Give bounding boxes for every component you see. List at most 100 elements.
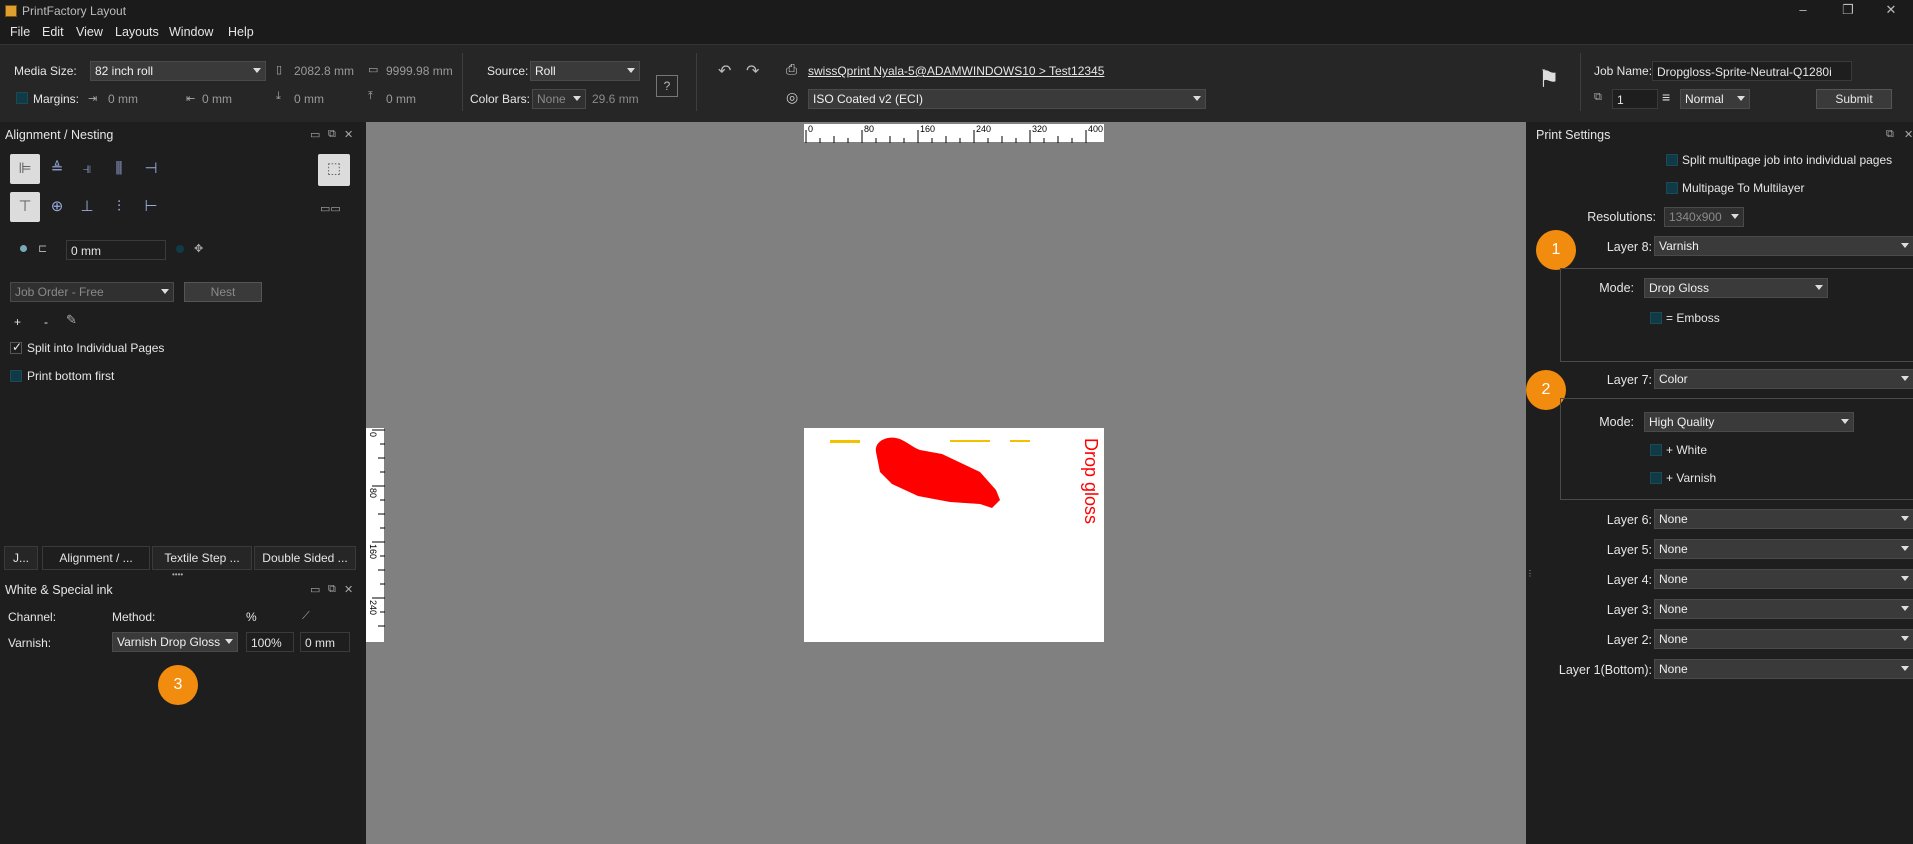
offset-radio[interactable] [176, 245, 184, 253]
layer3-select[interactable]: None [1654, 599, 1913, 619]
float-panel-icon[interactable]: ⧉ [328, 128, 336, 141]
split-multipage-checkbox[interactable] [1666, 154, 1678, 166]
menu-edit[interactable]: Edit [42, 25, 64, 39]
minimize-button[interactable]: – [1781, 0, 1825, 22]
distribute-h-edge-icon[interactable]: ⊣ [136, 154, 166, 184]
varnish-checkbox[interactable] [1650, 472, 1662, 484]
chevron-down-icon [1841, 419, 1849, 424]
pencil-icon[interactable]: ✎ [66, 312, 77, 328]
ruler-top-ticks [804, 130, 1104, 144]
menu-view[interactable]: View [76, 25, 103, 39]
dropper-icon: ⟋ [302, 610, 310, 622]
align-center-v-icon[interactable]: ⊕ [42, 192, 72, 222]
method-header: Method: [112, 610, 156, 624]
layer4-select[interactable]: None [1654, 569, 1913, 589]
align-right-icon[interactable]: ⫣ [72, 154, 102, 184]
layer8-select[interactable]: Varnish [1654, 236, 1913, 256]
restore-button[interactable]: ❐ [1826, 0, 1870, 22]
spacing-radio[interactable] [20, 245, 27, 252]
layer2-select[interactable]: None [1654, 629, 1913, 649]
layout-canvas[interactable]: 0 80 160 240 320 400 0 80 160 240 Drop g… [366, 122, 1526, 844]
ruler-label: 320 [1032, 124, 1048, 134]
multipage-multilayer-checkbox[interactable] [1666, 182, 1678, 194]
tab-double-sided[interactable]: Double Sided ... [254, 546, 356, 570]
margin-right-field[interactable]: 0 mm [198, 89, 270, 109]
help-icon[interactable]: ? [656, 75, 678, 97]
resolutions-label: Resolutions: [1587, 210, 1656, 224]
layer1-select[interactable]: None [1654, 659, 1913, 679]
varnish-label: + Varnish [1666, 471, 1717, 485]
nest-button[interactable]: Nest [184, 282, 262, 302]
source-select[interactable]: Roll [530, 61, 640, 81]
varnish-offset-field[interactable]: 0 mm [300, 632, 350, 652]
margins-checkbox[interactable] [16, 92, 28, 104]
color-bars-label: Color Bars: [470, 92, 531, 106]
width-field[interactable]: 2082.8 mm [290, 61, 370, 81]
redo-icon[interactable]: ↷ [746, 61, 759, 81]
distribute-h-icon[interactable]: ⫼ [104, 154, 134, 184]
more-options-icon[interactable]: ▭▭ [320, 202, 341, 215]
priority-select[interactable]: Normal [1680, 89, 1750, 109]
distribute-v-edge-icon[interactable]: ⊢ [136, 192, 166, 222]
minimize-panel-icon[interactable]: ▭ [310, 583, 320, 596]
chevron-down-icon [1815, 285, 1823, 290]
align-bottom-icon[interactable]: ⊥ [72, 192, 102, 222]
resolutions-select[interactable]: 1340x900 [1664, 207, 1744, 227]
undo-icon[interactable]: ↶ [718, 61, 731, 81]
tab-job[interactable]: J... [4, 546, 38, 570]
layer7-mode-label: Mode: [1599, 415, 1634, 429]
margin-top-field[interactable]: 0 mm [382, 89, 454, 109]
align-top-icon[interactable]: ⊤ [10, 192, 40, 222]
height-field[interactable]: 9999.98 mm [382, 61, 456, 81]
varnish-method-select[interactable]: Varnish Drop Gloss [112, 632, 238, 652]
close-panel-icon[interactable]: ✕ [344, 128, 353, 141]
menu-help[interactable]: Help [228, 25, 254, 39]
layer7-mode-select[interactable]: High Quality [1644, 412, 1854, 432]
float-panel-icon[interactable]: ⧉ [1886, 128, 1894, 141]
resize-handle[interactable]: •••• [172, 570, 183, 579]
margin-left-field[interactable]: 0 mm [104, 89, 176, 109]
menu-file[interactable]: File [10, 25, 30, 39]
remove-button[interactable]: - [44, 315, 48, 329]
checkered-flag-icon[interactable]: ⚑ [1538, 65, 1560, 94]
copies-stepper[interactable]: 1 [1612, 89, 1658, 109]
distribute-v-icon[interactable]: ⫶ [104, 192, 134, 222]
close-button[interactable]: ✕ [1869, 0, 1913, 22]
layer8-mode-select[interactable]: Drop Gloss [1644, 278, 1828, 298]
varnish-percent-field[interactable]: 100% [246, 632, 294, 652]
close-panel-icon[interactable]: ✕ [1904, 128, 1913, 141]
media-size-select[interactable]: 82 inch roll [90, 61, 266, 81]
white-checkbox[interactable] [1650, 444, 1662, 456]
priority-icon: ≡ [1662, 89, 1671, 105]
job-name-input[interactable]: Dropgloss-Sprite-Neutral-Q1280i [1652, 61, 1852, 81]
spacing-field[interactable]: 0 mm [66, 240, 166, 260]
tab-alignment[interactable]: Alignment / ... [42, 546, 150, 570]
close-panel-icon[interactable]: ✕ [344, 583, 353, 596]
layer5-select[interactable]: None [1654, 539, 1913, 559]
color-profile-select[interactable]: ISO Coated v2 (ECI) [808, 89, 1206, 109]
group-select-icon[interactable]: ⬚ [318, 154, 350, 186]
resize-handle[interactable]: ⋮ [1526, 570, 1534, 578]
minimize-panel-icon[interactable]: ▭ [310, 128, 320, 141]
float-panel-icon[interactable]: ⧉ [328, 583, 336, 596]
menu-window[interactable]: Window [169, 25, 213, 39]
emboss-checkbox[interactable] [1650, 312, 1662, 324]
print-page[interactable]: Drop gloss [804, 428, 1104, 642]
add-button[interactable]: + [14, 315, 21, 329]
chevron-down-icon [1901, 546, 1909, 551]
margin-bottom-field[interactable]: 0 mm [290, 89, 362, 109]
layer5-value: None [1659, 542, 1688, 556]
layer6-select[interactable]: None [1654, 509, 1913, 529]
menu-layouts[interactable]: Layouts [115, 25, 159, 39]
split-pages-checkbox[interactable] [10, 340, 22, 354]
submit-button[interactable]: Submit [1816, 89, 1892, 109]
color-bars-select[interactable]: None [532, 89, 586, 109]
ruler-label: 240 [976, 124, 992, 134]
layer7-select[interactable]: Color [1654, 369, 1913, 389]
tab-textile-step[interactable]: Textile Step ... [152, 546, 252, 570]
job-order-select[interactable]: Job Order - Free [10, 282, 174, 302]
align-center-h-icon[interactable]: ≜ [42, 154, 72, 184]
printer-link[interactable]: swissQprint Nyala-5@ADAMWINDOWS10 > Test… [808, 64, 1104, 78]
print-bottom-checkbox[interactable] [10, 370, 22, 382]
align-left-icon[interactable]: ⊫ [10, 154, 40, 184]
